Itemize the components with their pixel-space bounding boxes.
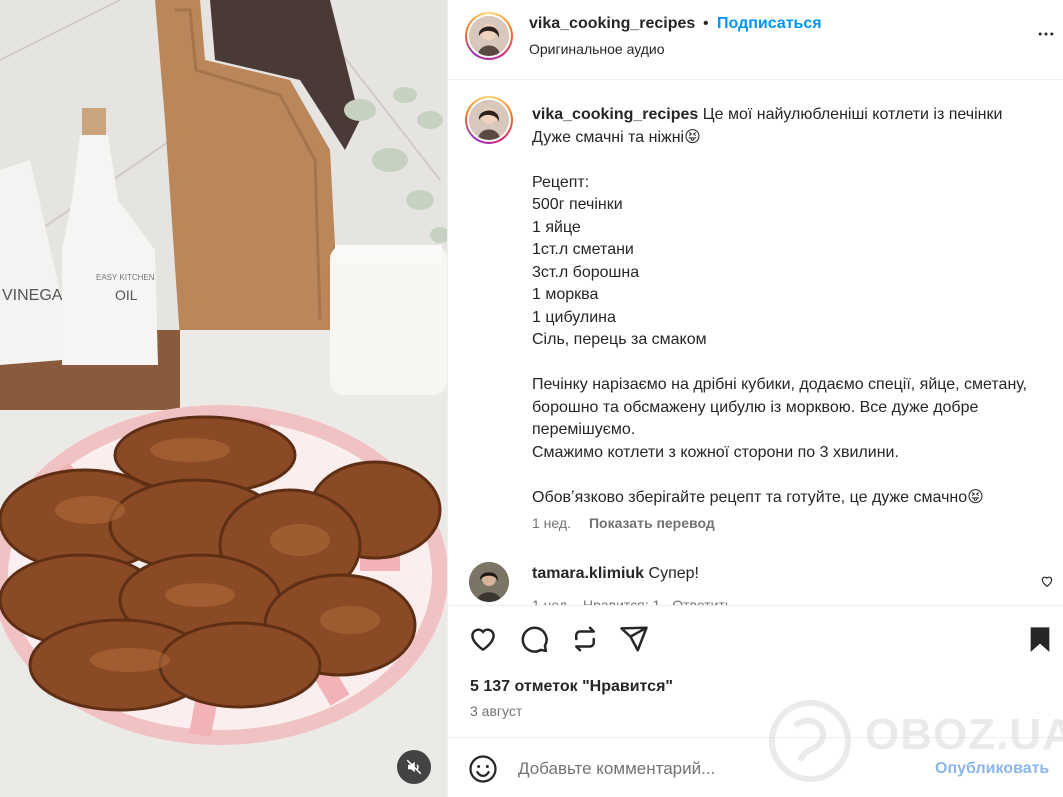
repost-icon[interactable] xyxy=(570,624,600,654)
author-username[interactable]: vika_cooking_recipes xyxy=(529,15,695,33)
more-icon[interactable] xyxy=(1036,24,1056,44)
publish-button[interactable]: Опубликовать xyxy=(935,760,1049,778)
commenter-avatar[interactable] xyxy=(469,562,509,602)
emoji-icon[interactable] xyxy=(468,754,498,784)
avatar-photo xyxy=(469,100,509,140)
speaker-muted-icon xyxy=(406,759,422,775)
post-media[interactable]: VINEGAR EASY KITCHEN OIL xyxy=(0,0,447,797)
mute-button[interactable] xyxy=(397,750,431,784)
comment-item: tamara.klimiuk Супер! xyxy=(532,565,699,583)
separator-dot: • xyxy=(703,15,709,32)
food-photo: VINEGAR EASY KITCHEN OIL xyxy=(0,0,447,797)
heart-icon[interactable] xyxy=(468,624,498,654)
bookmark-icon[interactable] xyxy=(1026,624,1054,654)
comment-heart-icon[interactable] xyxy=(1040,574,1054,588)
post-caption: vika_cooking_recipes Це мої найулюбленіш… xyxy=(532,104,1052,509)
post-header: vika_cooking_recipes • Подписаться Ориги… xyxy=(448,0,1063,80)
avatar-photo xyxy=(469,562,509,602)
post-panel: vika_cooking_recipes • Подписаться Ориги… xyxy=(447,0,1063,797)
author-avatar[interactable] xyxy=(465,12,513,60)
add-comment-bar: Опубликовать xyxy=(448,737,1063,797)
reply-button[interactable]: Ответить xyxy=(672,597,732,605)
post-date[interactable]: 3 август xyxy=(470,703,522,719)
avatar-photo xyxy=(469,16,509,56)
post-actions: 5 137 отметок "Нравится" 3 август xyxy=(448,605,1063,735)
comments-section[interactable]: vika_cooking_recipes Це мої найулюбленіш… xyxy=(448,80,1063,605)
comment-icon[interactable] xyxy=(519,624,549,654)
caption-text: Це мої найулюбленіші котлети із печінки … xyxy=(532,106,1028,506)
comment-input[interactable] xyxy=(518,756,918,782)
caption-avatar[interactable] xyxy=(465,96,513,144)
comment-username[interactable]: tamara.klimiuk xyxy=(532,565,644,582)
svg-text:OIL: OIL xyxy=(115,287,138,303)
caption-meta: 1 нед. Показать перевод xyxy=(532,515,715,531)
send-icon[interactable] xyxy=(619,624,649,654)
follow-button[interactable]: Подписаться xyxy=(717,15,822,33)
caption-username[interactable]: vika_cooking_recipes xyxy=(532,106,698,123)
audio-label[interactable]: Оригинальное аудио xyxy=(529,41,665,57)
comment-time[interactable]: 1 нед. xyxy=(532,597,571,605)
comment-meta: 1 нед. Нравится: 1 Ответить xyxy=(532,597,744,605)
translate-button[interactable]: Показать перевод xyxy=(589,515,715,531)
likes-count[interactable]: 5 137 отметок "Нравится" xyxy=(470,678,673,696)
comment-text: Супер! xyxy=(644,565,699,582)
svg-text:EASY KITCHEN: EASY KITCHEN xyxy=(96,273,155,282)
comment-likes[interactable]: Нравится: 1 xyxy=(583,597,660,605)
caption-time[interactable]: 1 нед. xyxy=(532,515,571,531)
